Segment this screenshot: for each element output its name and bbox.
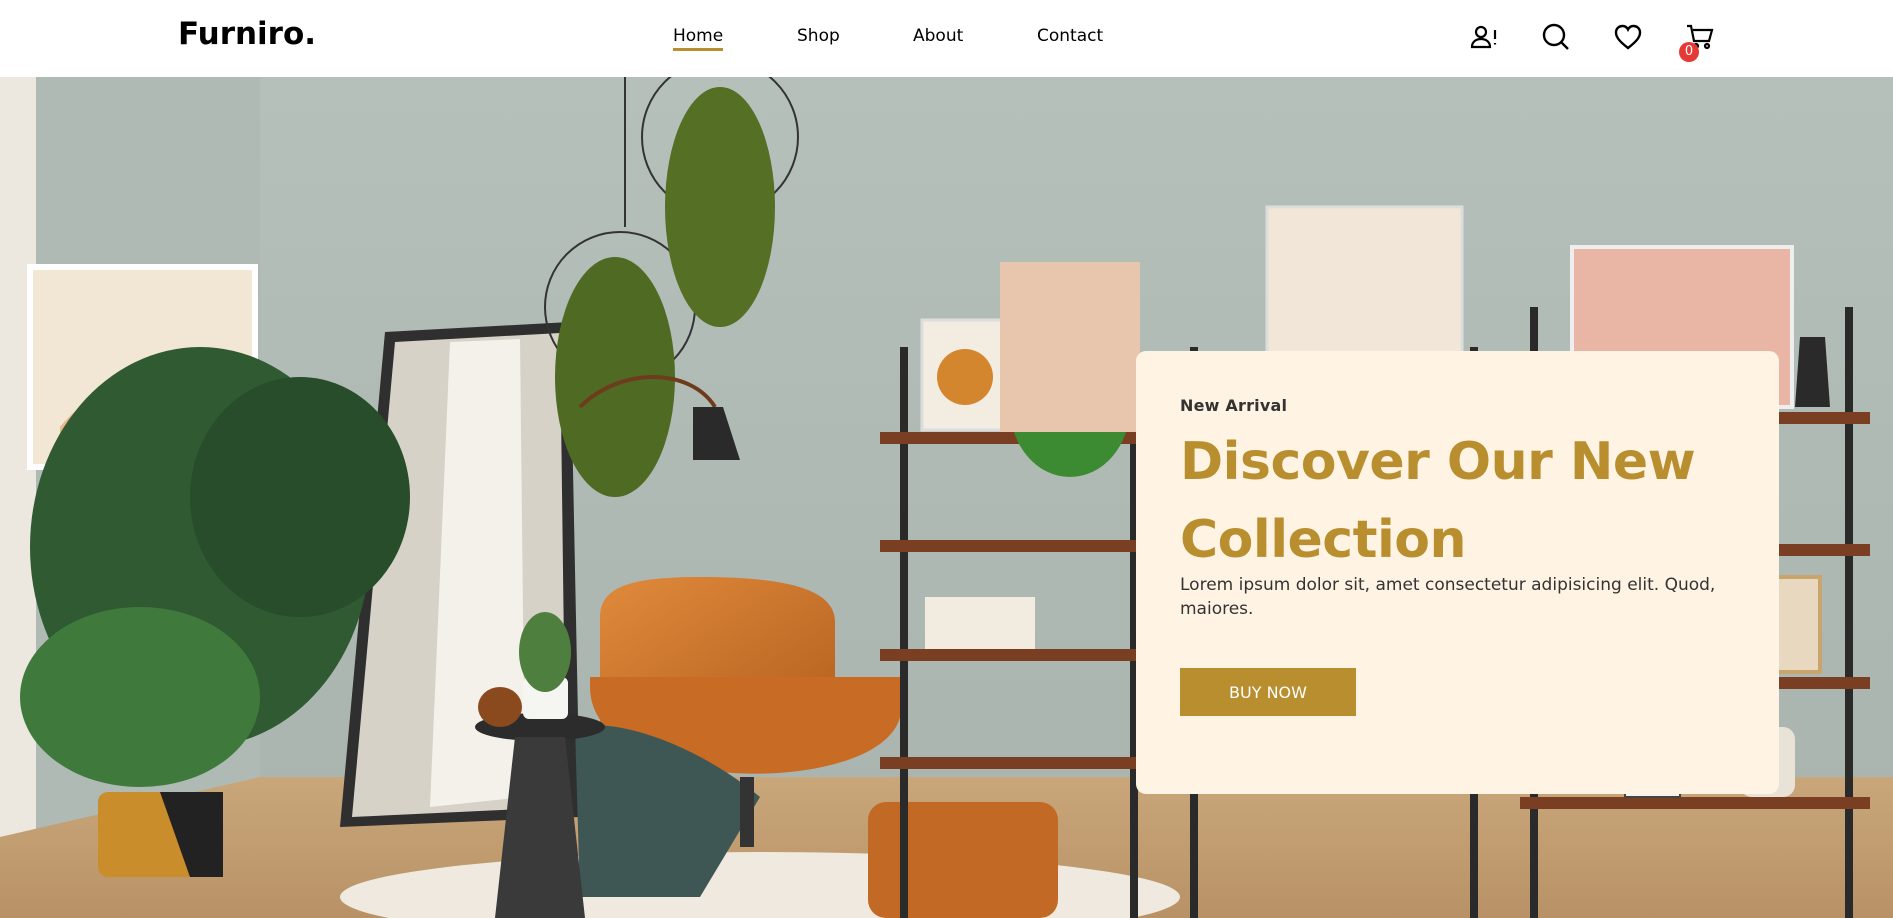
- cart-count-badge: 0: [1679, 42, 1699, 62]
- search-icon[interactable]: [1541, 22, 1571, 52]
- nav-item-contact[interactable]: Contact: [1037, 25, 1103, 47]
- nav-item-about[interactable]: About: [913, 25, 963, 47]
- hero-description: Lorem ipsum dolor sit, amet consectetur …: [1180, 575, 1716, 619]
- account-alert-icon[interactable]: [1469, 22, 1499, 52]
- nav-item-home[interactable]: Home: [673, 25, 724, 51]
- brand-logo[interactable]: Furniro.: [178, 16, 316, 52]
- hero-section: New Arrival Discover Our New Collection …: [0, 77, 1893, 918]
- hero-eyebrow: New Arrival: [1180, 396, 1288, 415]
- nav-item-shop[interactable]: Shop: [797, 25, 840, 47]
- hero-card: New Arrival Discover Our New Collection …: [1136, 351, 1779, 794]
- site-header: Furniro. Home Shop About Contact 0: [0, 0, 1893, 77]
- buy-now-button[interactable]: BUY NOW: [1180, 668, 1356, 716]
- hero-title: Discover Our New Collection: [1180, 432, 1696, 570]
- heart-icon[interactable]: [1613, 22, 1643, 52]
